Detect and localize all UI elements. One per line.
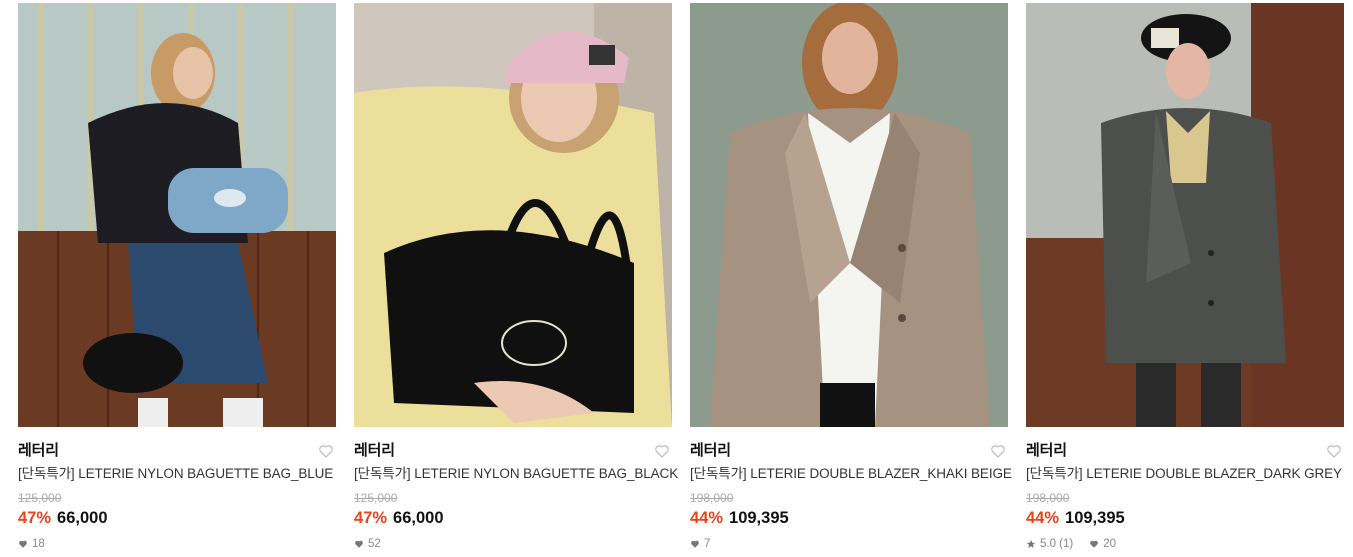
heart-filled-icon <box>18 539 28 549</box>
brand-row: 레터리 <box>354 441 672 461</box>
price-row: 47% 66,000 <box>18 508 336 528</box>
meta-row: 52 <box>354 537 672 551</box>
brand-row: 레터리 <box>18 441 336 461</box>
heart-outline-icon[interactable] <box>990 443 1006 459</box>
like-count: 18 <box>32 538 45 550</box>
heart-filled-icon <box>690 539 700 549</box>
brand-name[interactable]: 레터리 <box>354 441 672 461</box>
heart-outline-icon[interactable] <box>654 443 670 459</box>
like-count: 52 <box>368 538 381 550</box>
brand-row: 레터리 <box>1026 441 1344 461</box>
brand-row: 레터리 <box>690 441 1008 461</box>
sale-price: 109,395 <box>729 509 789 527</box>
product-image[interactable] <box>1026 3 1344 427</box>
sale-price: 66,000 <box>393 509 444 527</box>
product-image[interactable] <box>18 3 336 427</box>
product-name[interactable]: [단독특가] LETERIE DOUBLE BLAZER_KHAKI BEIGE <box>690 465 1012 483</box>
sale-price: 66,000 <box>57 509 108 527</box>
original-price: 198,000 <box>1026 491 1070 505</box>
discount-rate: 47% <box>354 509 388 527</box>
meta-row: 5.0 (1) 20 <box>1026 537 1344 551</box>
heart-outline-icon[interactable] <box>318 443 334 459</box>
product-photo-khaki-blazer <box>690 3 1008 427</box>
product-name[interactable]: [단독특가] LETERIE DOUBLE BLAZER_DARK GREY <box>1026 465 1344 483</box>
heart-filled-icon <box>1089 539 1099 549</box>
product-name[interactable]: [단독특가] LETERIE NYLON BAGUETTE BAG_BLUE <box>18 465 336 483</box>
like-count: 7 <box>704 538 711 550</box>
product-grid: 레터리 [단독특가] LETERIE NYLON BAGUETTE BAG_BL… <box>0 0 1353 557</box>
original-price: 125,000 <box>354 491 398 505</box>
price-row: 44% 109,395 <box>690 508 1008 528</box>
product-photo-grey-blazer <box>1026 3 1344 427</box>
brand-name[interactable]: 레터리 <box>1026 441 1344 461</box>
brand-name[interactable]: 레터리 <box>18 441 336 461</box>
original-price: 198,000 <box>690 491 734 505</box>
meta-row: 18 <box>18 537 336 551</box>
discount-rate: 44% <box>1026 509 1060 527</box>
product-card[interactable]: 레터리 [단독특가] LETERIE DOUBLE BLAZER_KHAKI B… <box>690 3 1012 551</box>
discount-rate: 44% <box>690 509 724 527</box>
product-photo-blue-bag <box>18 3 336 427</box>
product-image[interactable] <box>354 3 672 427</box>
rating: 5.0 (1) <box>1040 538 1074 550</box>
original-price: 125,000 <box>18 491 62 505</box>
like-count: 20 <box>1103 538 1117 550</box>
sale-price: 109,395 <box>1065 509 1125 527</box>
heart-outline-icon[interactable] <box>1326 443 1342 459</box>
product-image[interactable] <box>690 3 1008 427</box>
meta-row: 7 <box>690 537 1008 551</box>
product-card[interactable]: 레터리 [단독특가] LETERIE NYLON BAGUETTE BAG_BL… <box>354 3 678 551</box>
brand-name[interactable]: 레터리 <box>690 441 1008 461</box>
price-row: 47% 66,000 <box>354 508 672 528</box>
product-card[interactable]: 레터리 [단독특가] LETERIE DOUBLE BLAZER_DARK GR… <box>1026 3 1344 551</box>
star-icon <box>1026 539 1036 549</box>
discount-rate: 47% <box>18 509 52 527</box>
product-photo-black-bag <box>354 3 672 427</box>
product-name[interactable]: [단독특가] LETERIE NYLON BAGUETTE BAG_BLACK <box>354 465 678 483</box>
heart-filled-icon <box>354 539 364 549</box>
product-card[interactable]: 레터리 [단독특가] LETERIE NYLON BAGUETTE BAG_BL… <box>18 3 336 551</box>
price-row: 44% 109,395 <box>1026 508 1344 528</box>
